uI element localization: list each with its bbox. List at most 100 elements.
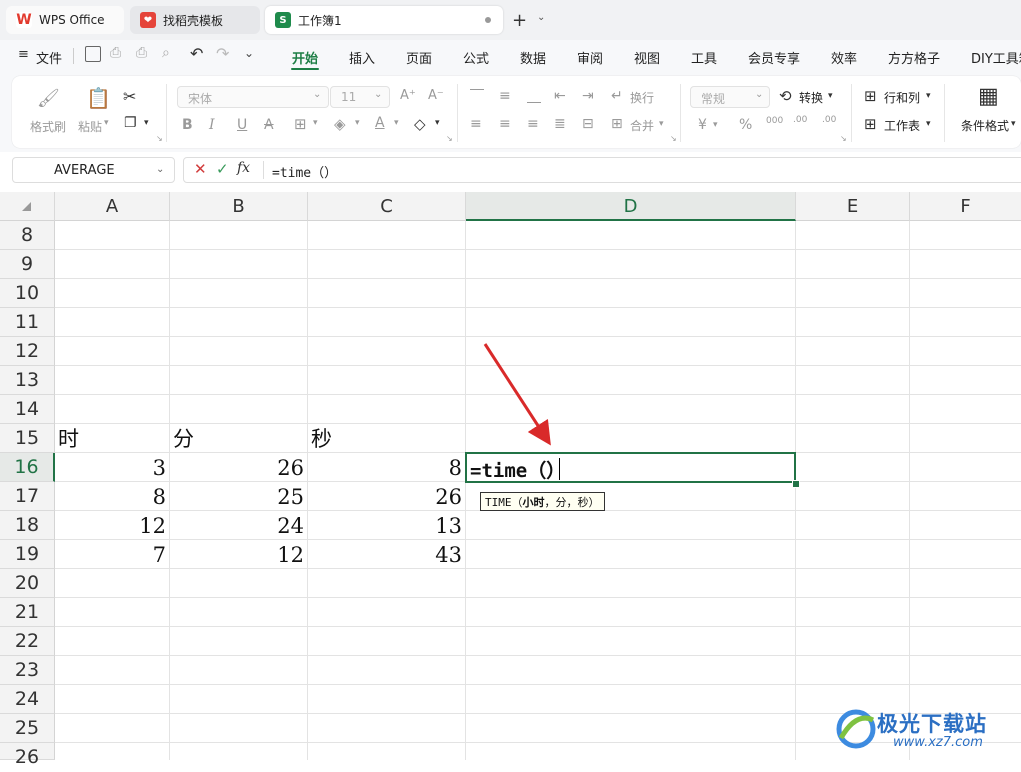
- rows-columns-label[interactable]: 行和列: [884, 89, 920, 106]
- cell-b15[interactable]: 分: [173, 424, 194, 453]
- currency-dropdown-icon[interactable]: ▾: [713, 120, 718, 130]
- cell-b18[interactable]: 24: [170, 511, 304, 540]
- print-icon[interactable]: ⎙: [136, 45, 147, 61]
- clipboard-launcher-icon[interactable]: ↘: [156, 134, 163, 143]
- align-center-icon[interactable]: ≡: [499, 116, 511, 132]
- row-header-22[interactable]: 22: [0, 627, 55, 656]
- cell-a17[interactable]: 8: [55, 482, 166, 511]
- save-icon[interactable]: [85, 46, 101, 62]
- bold-icon[interactable]: B: [182, 117, 193, 133]
- column-header-a[interactable]: A: [55, 192, 170, 221]
- alignment-launcher-icon[interactable]: ↘: [670, 134, 677, 143]
- fill-color-icon[interactable]: ◈: [334, 115, 346, 133]
- formula-text[interactable]: =time（）: [272, 162, 337, 181]
- cell-c16[interactable]: 8: [308, 453, 462, 482]
- menu-tools[interactable]: 工具: [691, 48, 717, 67]
- cell-a18[interactable]: 12: [55, 511, 166, 540]
- worksheet-label[interactable]: 工作表: [884, 117, 920, 134]
- fill-handle[interactable]: [792, 480, 800, 488]
- cell-a15[interactable]: 时: [58, 424, 79, 453]
- tab-docer-templates[interactable]: ❤ 找稻壳模板: [130, 6, 260, 34]
- paste-dropdown-icon[interactable]: ▾: [104, 118, 109, 128]
- row-header-16[interactable]: 16: [0, 453, 55, 482]
- copy-icon[interactable]: ❐: [124, 115, 137, 131]
- convert-icon[interactable]: ⟲: [779, 87, 792, 105]
- menu-page[interactable]: 页面: [406, 48, 432, 67]
- align-top-icon[interactable]: ⎺: [470, 88, 484, 104]
- merge-cells-label[interactable]: 合并: [630, 117, 654, 134]
- cell-a19[interactable]: 7: [55, 540, 166, 569]
- conditional-format-dropdown-icon[interactable]: ▾: [1011, 119, 1016, 129]
- menu-fangfang[interactable]: 方方格子: [888, 48, 940, 67]
- row-header-13[interactable]: 13: [0, 366, 55, 395]
- row-header-21[interactable]: 21: [0, 598, 55, 627]
- merge-cells-icon[interactable]: ⊞: [611, 116, 623, 132]
- strikethrough-icon[interactable]: A: [264, 117, 274, 133]
- column-header-b[interactable]: B: [170, 192, 308, 221]
- row-header-26[interactable]: 26: [0, 743, 55, 768]
- align-right-icon[interactable]: ≡: [527, 116, 539, 132]
- row-header-10[interactable]: 10: [0, 279, 55, 308]
- hamburger-icon[interactable]: ≡: [18, 47, 29, 62]
- percent-icon[interactable]: %: [739, 117, 752, 133]
- worksheet-dropdown-icon[interactable]: ▾: [926, 119, 931, 129]
- paste-icon[interactable]: 📋: [86, 86, 111, 110]
- wrap-text-label[interactable]: 换行: [630, 89, 654, 106]
- cell-b17[interactable]: 25: [170, 482, 304, 511]
- cut-icon[interactable]: ✂: [123, 87, 136, 106]
- paste-label[interactable]: 粘贴: [78, 118, 102, 135]
- cell-b19[interactable]: 12: [170, 540, 304, 569]
- underline-icon[interactable]: U: [237, 117, 247, 133]
- menu-home[interactable]: 开始: [292, 48, 318, 67]
- menu-formula[interactable]: 公式: [463, 48, 489, 67]
- row-header-23[interactable]: 23: [0, 656, 55, 685]
- indent-decrease-icon[interactable]: ⇤: [554, 88, 566, 104]
- fill-dropdown-icon[interactable]: ▾: [355, 118, 360, 128]
- align-left-icon[interactable]: ≡: [470, 116, 482, 132]
- print-preview-icon[interactable]: ⌕: [162, 45, 170, 61]
- confirm-icon[interactable]: ✓: [216, 160, 229, 178]
- font-color-dropdown-icon[interactable]: ▾: [394, 118, 399, 128]
- italic-icon[interactable]: I: [209, 117, 215, 133]
- increase-font-icon[interactable]: A⁺: [400, 88, 416, 103]
- row-header-8[interactable]: 8: [0, 221, 55, 250]
- column-header-d[interactable]: D: [466, 192, 796, 221]
- convert-label[interactable]: 转换: [799, 89, 823, 106]
- row-header-19[interactable]: 19: [0, 540, 55, 569]
- active-cell-editor-text[interactable]: =time（）: [470, 456, 565, 483]
- align-bottom-icon[interactable]: ⎽: [527, 88, 541, 104]
- row-header-17[interactable]: 17: [0, 482, 55, 511]
- cell-b16[interactable]: 26: [170, 453, 304, 482]
- row-header-11[interactable]: 11: [0, 308, 55, 337]
- column-header-c[interactable]: C: [308, 192, 466, 221]
- menu-insert[interactable]: 插入: [349, 48, 375, 67]
- chevron-down-icon[interactable]: ⌄: [374, 89, 382, 100]
- font-name-select[interactable]: 宋体: [177, 86, 329, 108]
- menu-diy-toolbox[interactable]: DIY工具箱: [971, 48, 1021, 67]
- indent-increase-icon[interactable]: ⇥: [582, 88, 594, 104]
- decrease-decimal-icon[interactable]: .00: [822, 115, 836, 125]
- border-icon[interactable]: ⊞: [294, 115, 307, 133]
- menu-efficiency[interactable]: 效率: [831, 48, 857, 67]
- cell-a16[interactable]: 3: [55, 453, 166, 482]
- wrap-text-icon[interactable]: ↵: [611, 88, 623, 104]
- increase-decimal-icon[interactable]: .00: [793, 115, 807, 125]
- quick-access-dropdown-icon[interactable]: ⌄: [244, 46, 254, 60]
- row-header-12[interactable]: 12: [0, 337, 55, 366]
- insert-function-icon[interactable]: fx: [237, 160, 250, 176]
- export-pdf-icon[interactable]: ⎙: [110, 45, 121, 61]
- menu-review[interactable]: 审阅: [577, 48, 603, 67]
- merge-dropdown-icon[interactable]: ▾: [659, 119, 664, 129]
- number-launcher-icon[interactable]: ↘: [840, 134, 847, 143]
- justify-icon[interactable]: ≣: [554, 116, 566, 132]
- chevron-down-icon[interactable]: ⌄: [156, 164, 164, 175]
- row-header-9[interactable]: 9: [0, 250, 55, 279]
- border-dropdown-icon[interactable]: ▾: [313, 118, 318, 128]
- format-painter-icon[interactable]: 🖌: [37, 88, 60, 109]
- column-header-f[interactable]: F: [910, 192, 1021, 221]
- undo-icon[interactable]: ↶: [190, 44, 203, 63]
- menu-file[interactable]: 文件: [36, 48, 62, 67]
- menu-data[interactable]: 数据: [520, 48, 546, 67]
- clear-format-icon[interactable]: ◇: [414, 115, 426, 133]
- rows-columns-dropdown-icon[interactable]: ▾: [926, 91, 931, 101]
